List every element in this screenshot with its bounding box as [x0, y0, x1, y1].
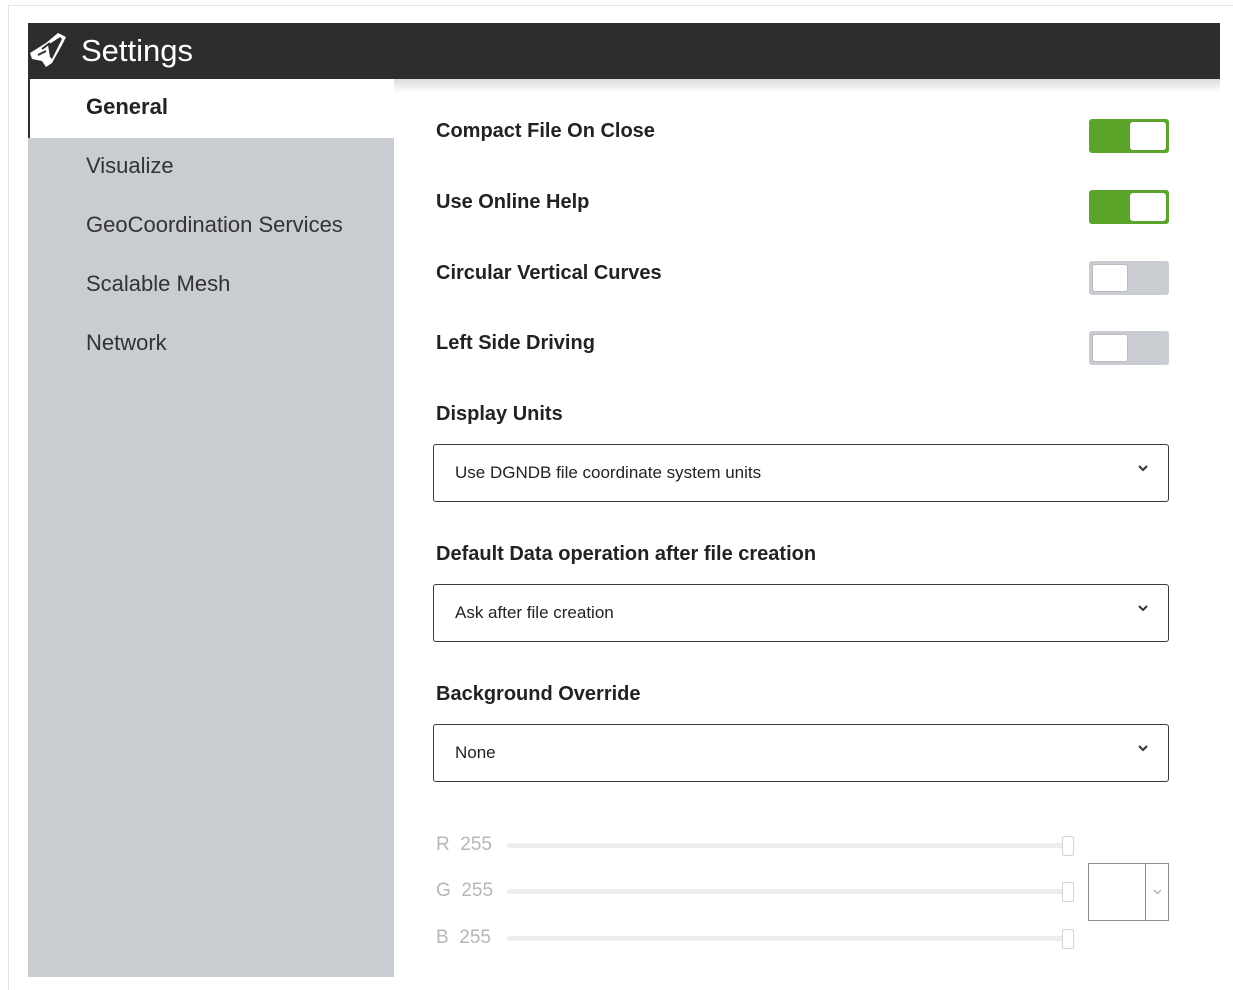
green-value: 255 [461, 880, 494, 901]
sidebar-item-label: Visualize [86, 153, 174, 178]
chevron-down-icon [1138, 605, 1148, 612]
sidebar-item-scalable-mesh[interactable]: Scalable Mesh [28, 256, 394, 315]
blue-channel-label: B 255 [436, 927, 491, 949]
toggle-knob [1092, 264, 1128, 292]
blue-slider-track[interactable] [507, 936, 1073, 941]
swatch-divider [1145, 864, 1146, 920]
chevron-down-icon [1153, 889, 1162, 895]
sidebar-item-label: GeoCoordination Services [86, 212, 343, 237]
toggle-knob [1092, 334, 1128, 362]
background-override-value: None [455, 743, 496, 762]
sidebar-item-geocoordination-services[interactable]: GeoCoordination Services [28, 197, 394, 256]
use-online-help-toggle[interactable] [1089, 190, 1169, 224]
display-units-select[interactable]: Use DGNDB file coordinate system units [433, 444, 1169, 502]
compact-file-on-close-label: Compact File On Close [436, 120, 655, 142]
toggle-knob [1130, 122, 1166, 150]
green-label: G [436, 880, 451, 901]
background-override-label: Background Override [436, 683, 641, 705]
window-title: Settings [81, 33, 194, 68]
color-swatch-picker[interactable] [1088, 863, 1169, 921]
green-channel-label: G 255 [436, 880, 493, 902]
chevron-down-icon [1138, 465, 1148, 472]
red-channel-label: R 255 [436, 834, 492, 856]
display-units-label: Display Units [436, 403, 563, 425]
background-override-select[interactable]: None [433, 724, 1169, 782]
blue-slider-thumb[interactable] [1062, 929, 1074, 949]
red-value: 255 [460, 834, 492, 855]
red-slider-thumb[interactable] [1062, 836, 1074, 856]
default-data-operation-select[interactable]: Ask after file creation [433, 584, 1169, 642]
title-bar: Settings [28, 23, 1220, 79]
red-label: R [436, 834, 450, 855]
default-data-operation-label: Default Data operation after file creati… [436, 543, 817, 565]
display-units-value: Use DGNDB file coordinate system units [455, 463, 762, 482]
toggle-knob [1130, 193, 1166, 221]
road-logo-icon [30, 33, 66, 67]
header-shadow [394, 79, 1220, 93]
settings-sidebar: General Visualize GeoCoordination Servic… [28, 79, 394, 977]
blue-label: B [436, 927, 449, 948]
use-online-help-label: Use Online Help [436, 191, 590, 213]
circular-vertical-curves-toggle[interactable] [1089, 261, 1169, 295]
sidebar-item-visualize[interactable]: Visualize [28, 138, 394, 197]
sidebar-item-label: Network [86, 330, 167, 355]
default-data-operation-value: Ask after file creation [455, 603, 614, 622]
red-slider-track[interactable] [507, 843, 1073, 848]
left-side-driving-label: Left Side Driving [436, 332, 595, 354]
chevron-down-icon [1138, 745, 1148, 752]
sidebar-item-label: Scalable Mesh [86, 271, 231, 296]
left-side-driving-toggle[interactable] [1089, 331, 1169, 365]
sidebar-item-general[interactable]: General [28, 79, 394, 138]
circular-vertical-curves-label: Circular Vertical Curves [436, 262, 662, 284]
green-slider-track[interactable] [507, 889, 1073, 894]
green-slider-thumb[interactable] [1062, 882, 1074, 902]
compact-file-on-close-toggle[interactable] [1089, 119, 1169, 153]
sidebar-item-network[interactable]: Network [28, 315, 394, 374]
blue-value: 255 [459, 927, 491, 948]
sidebar-item-label: General [86, 94, 168, 119]
